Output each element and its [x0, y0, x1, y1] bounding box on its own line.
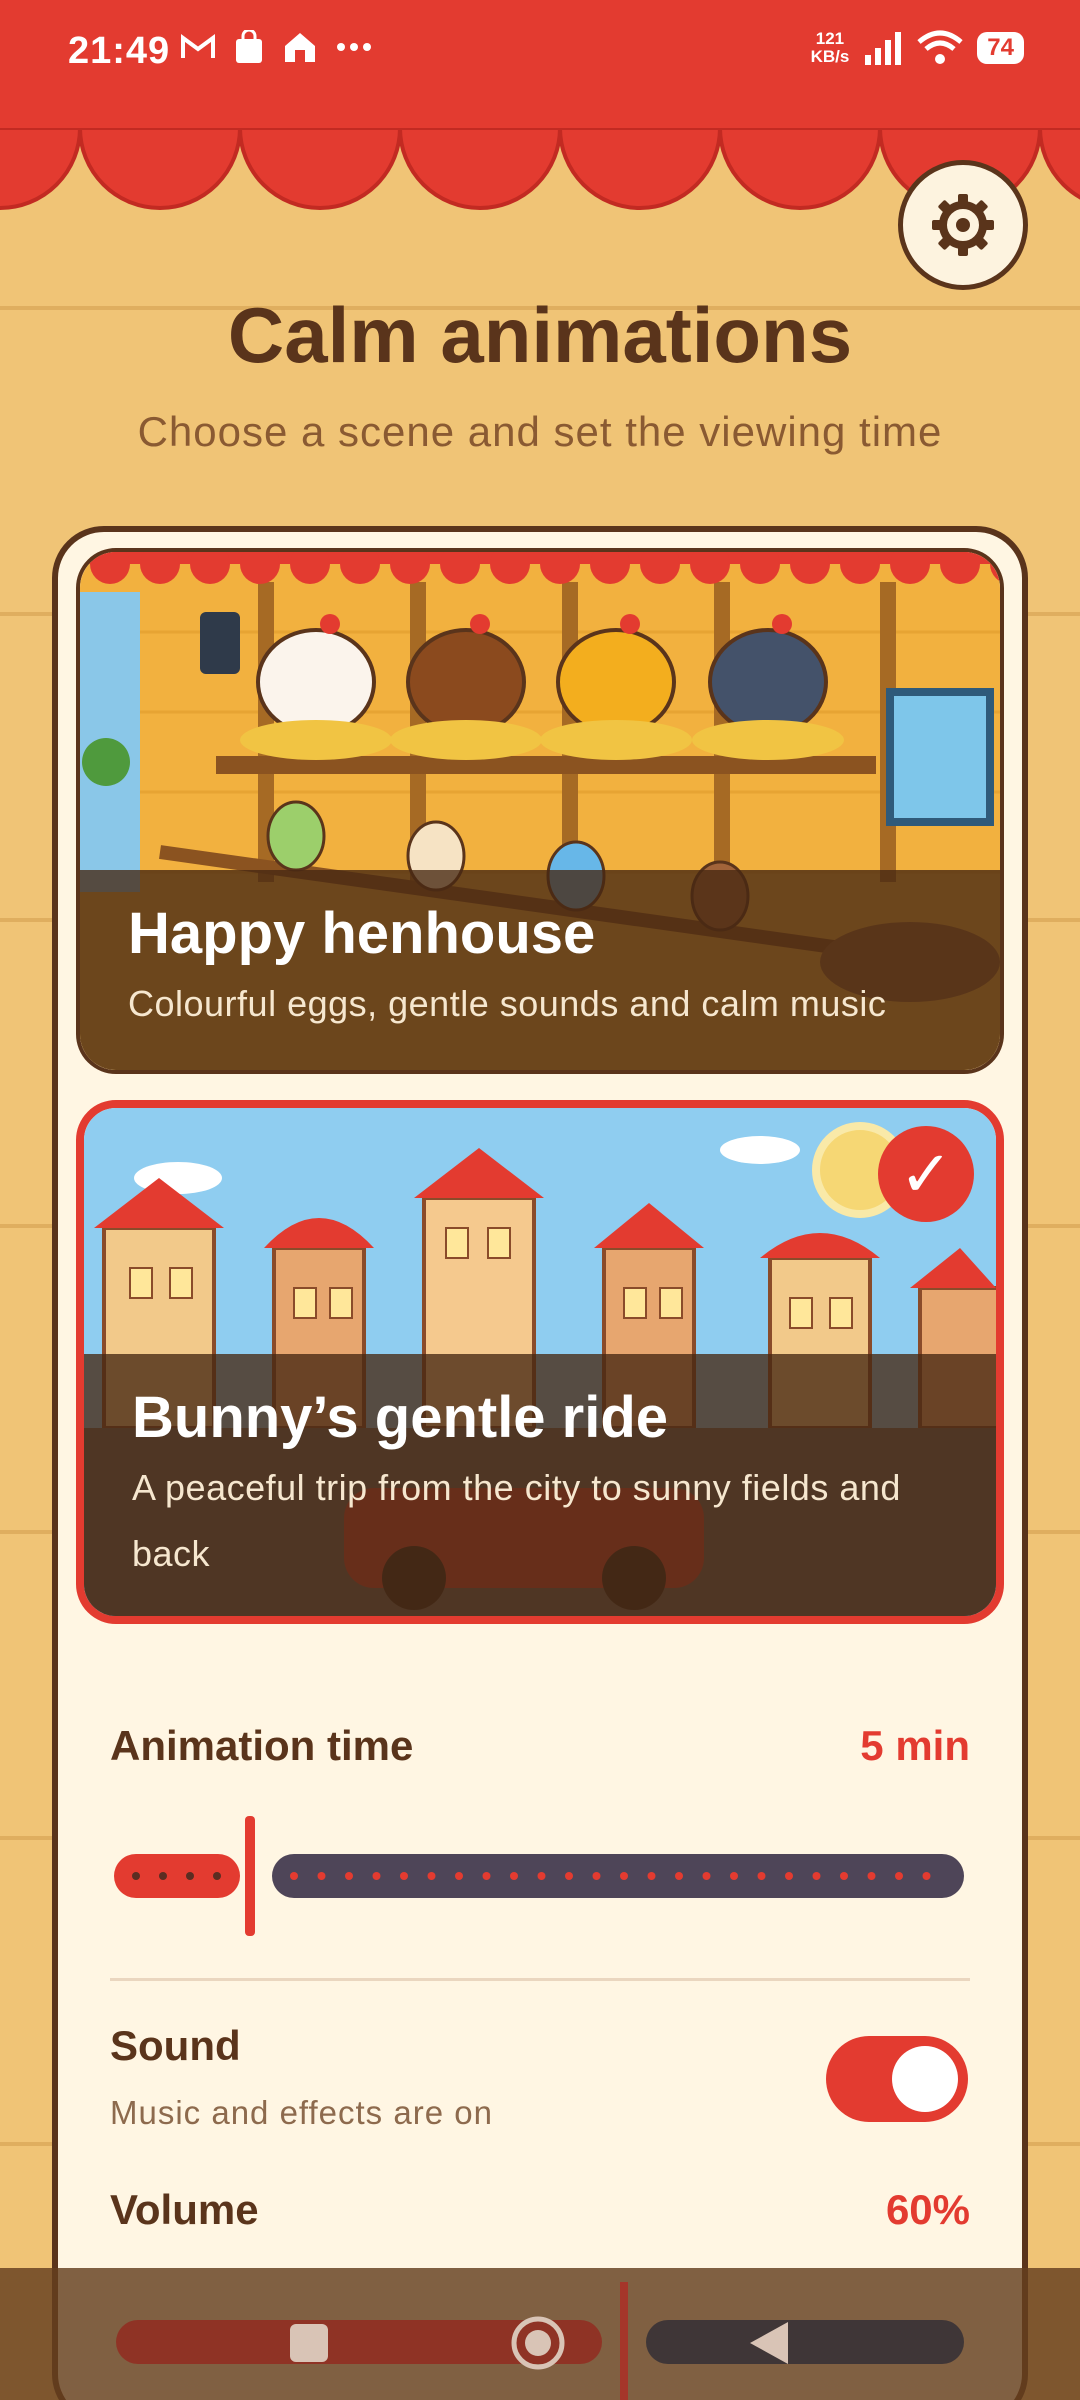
wifi-icon — [917, 30, 963, 64]
settings-button[interactable] — [898, 160, 1028, 290]
animation-time-value: 5 min — [860, 1722, 970, 1769]
slider-dot — [186, 1872, 194, 1880]
slider-dot — [730, 1872, 738, 1880]
animation-time-slider[interactable] — [112, 1816, 966, 1936]
volume-thumb[interactable] — [620, 2282, 628, 2400]
slider-dot — [537, 1872, 546, 1880]
status-bar: 21:49 121 KB/s 74 — [0, 0, 1080, 110]
slider-dot — [620, 1872, 628, 1880]
slider-dot — [922, 1872, 931, 1880]
status-time: 21:49 — [68, 30, 171, 72]
slider-dot — [592, 1872, 601, 1880]
slider-dot — [345, 1872, 353, 1880]
notification-icons — [180, 30, 372, 64]
more-dots-icon — [337, 43, 371, 51]
slider-dot — [510, 1872, 518, 1880]
gmail-icon — [181, 34, 215, 58]
scene-description: A peaceful trip from the city to sunny f… — [132, 1467, 901, 1574]
slider-dot — [785, 1872, 793, 1880]
selected-check-icon: ✓ — [878, 1126, 974, 1222]
scene-card-bunnys-gentle-ride[interactable]: Bunny’s gentle ride A peaceful trip from… — [76, 1100, 1004, 1624]
volume-empty-track — [646, 2320, 964, 2364]
slider-dot — [867, 1872, 876, 1880]
system-navigation-bar — [0, 2268, 1080, 2400]
scene-caption: Bunny’s gentle ride A peaceful trip from… — [84, 1354, 996, 1616]
network-speed: 121 KB/s — [811, 30, 850, 66]
volume-slider-under-navbar[interactable] — [0, 2268, 1080, 2400]
signal-icon — [865, 32, 902, 65]
volume-label: Volume — [110, 2186, 259, 2233]
slider-dot — [840, 1872, 848, 1880]
slider-dot — [702, 1872, 711, 1880]
slider-dot — [400, 1872, 408, 1880]
slider-dot — [213, 1872, 221, 1880]
slider-dot — [455, 1872, 463, 1880]
network-speed-unit: KB/s — [810, 47, 850, 66]
slider-dot — [132, 1872, 140, 1880]
network-speed-value: 121 — [815, 29, 845, 48]
sound-label: Sound — [110, 2022, 241, 2069]
slider-dot — [159, 1872, 167, 1880]
divider — [110, 1978, 970, 1981]
sound-status: Music and effects are on — [110, 2094, 493, 2131]
henhouse-awning — [80, 552, 1000, 584]
slider-dot — [647, 1872, 656, 1880]
scene-caption: Happy henhouse Colourful eggs, gentle so… — [80, 870, 1000, 1070]
scene-title: Happy henhouse — [128, 901, 596, 966]
slider-dot — [317, 1872, 326, 1880]
scene-description: Colourful eggs, gentle sounds and calm m… — [128, 983, 887, 1024]
page-subtitle: Choose a scene and set the viewing time — [137, 408, 943, 455]
recents-square-icon[interactable] — [290, 2324, 328, 2362]
slider-dot — [565, 1872, 573, 1880]
slider-dot — [675, 1872, 683, 1880]
slider-dot — [290, 1872, 298, 1880]
shopping-bag-icon — [236, 30, 262, 63]
home-circle-center — [525, 2330, 551, 2356]
page-title: Calm animations — [227, 291, 853, 379]
slider-dot — [895, 1872, 903, 1880]
slider-dot — [482, 1872, 491, 1880]
slider-thumb[interactable] — [245, 1816, 255, 1936]
scene-card-happy-henhouse[interactable]: Happy henhouse Colourful eggs, gentle so… — [76, 548, 1004, 1074]
volume-value: 60% — [885, 2186, 970, 2233]
slider-dot — [757, 1872, 766, 1880]
battery-indicator: 74 — [977, 32, 1024, 64]
slider-dot — [372, 1872, 381, 1880]
slider-dot — [812, 1872, 821, 1880]
home-app-icon — [285, 33, 315, 62]
scene-title: Bunny’s gentle ride — [132, 1385, 669, 1450]
slider-dot — [427, 1872, 436, 1880]
toggle-knob — [892, 2046, 958, 2112]
animation-time-label: Animation time — [110, 1722, 414, 1769]
sound-toggle[interactable] — [826, 2036, 968, 2122]
gear-icon — [932, 194, 994, 256]
